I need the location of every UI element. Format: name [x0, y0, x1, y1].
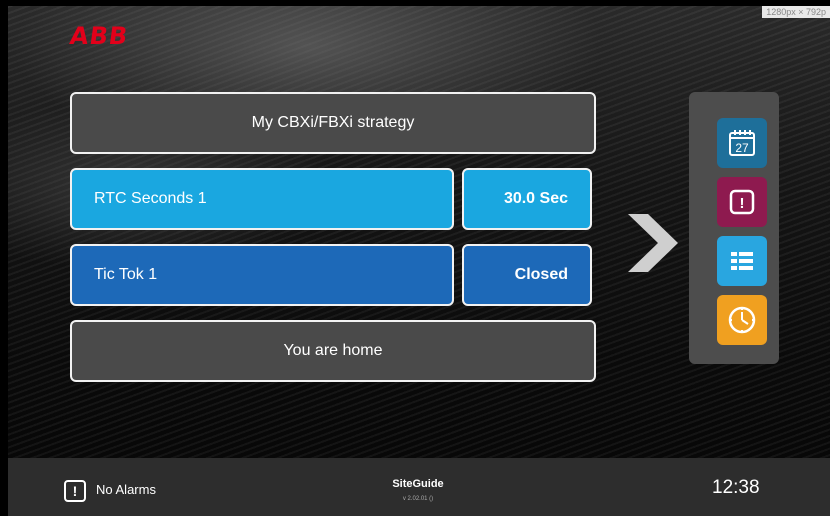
alarm-icon: ! [729, 189, 755, 215]
strategy-title-tile[interactable]: My CBXi/FBXi strategy [70, 92, 596, 154]
tic-tok-tile[interactable]: Tic Tok 1 [70, 244, 454, 306]
rtc-seconds-value-tile[interactable]: 30.0 Sec [462, 168, 592, 230]
app-name: SiteGuide [392, 478, 444, 490]
tic-tok-label: Tic Tok 1 [94, 266, 158, 283]
schedule-button[interactable] [717, 295, 767, 345]
home-label: You are home [283, 342, 383, 359]
clock-icon [728, 306, 756, 334]
rtc-seconds-value: 30.0 Sec [503, 190, 568, 207]
side-menu-panel: 27 ! [689, 92, 779, 364]
tic-tok-value-tile[interactable]: Closed [462, 244, 592, 306]
status-bar: ! No Alarms SiteGuide v 2.02.01 () 12:38 [8, 458, 830, 516]
rtc-seconds-label: RTC Seconds 1 [94, 190, 207, 207]
list-button[interactable] [717, 236, 767, 286]
alarm-status-text: No Alarms [96, 482, 156, 497]
chevron-right-icon[interactable] [624, 212, 680, 274]
strategy-title-label: My CBXi/FBXi strategy [251, 114, 415, 131]
svg-text:27: 27 [735, 141, 749, 155]
abb-logo: ABB [68, 22, 131, 50]
list-icon [731, 252, 753, 270]
clock-time: 12:38 [712, 477, 760, 498]
calendar-icon: 27 [729, 130, 755, 156]
calendar-button[interactable]: 27 [717, 118, 767, 168]
resolution-badge: 1280px × 792p [762, 6, 830, 18]
screen-background: ABB 1280px × 792p My CBXi/FBXi strategy … [8, 6, 830, 516]
status-alarm-icon[interactable]: ! [64, 480, 86, 502]
svg-text:!: ! [740, 195, 745, 212]
home-tile[interactable]: You are home [70, 320, 596, 382]
app-version: v 2.02.01 () [402, 496, 434, 502]
rtc-seconds-tile[interactable]: RTC Seconds 1 [70, 168, 454, 230]
tic-tok-value: Closed [514, 266, 568, 283]
alarms-button[interactable]: ! [717, 177, 767, 227]
